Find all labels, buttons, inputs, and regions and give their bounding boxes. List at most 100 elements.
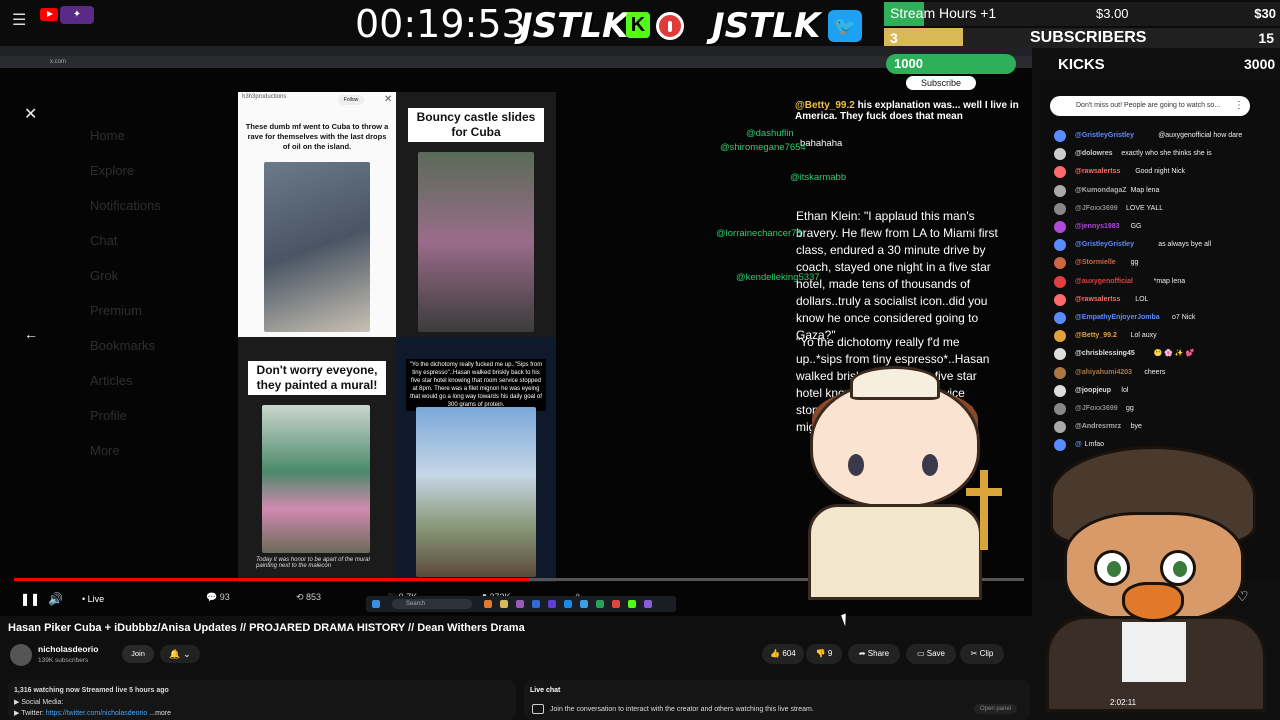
chat-avatar[interactable] [1054,366,1066,379]
chat-username[interactable]: @EmpathyEnjoyerJomba [1075,312,1160,324]
goal-target: $30 [1254,6,1276,21]
more-link[interactable]: ...more [149,710,171,717]
kicks-bar-value: 1000 [894,56,923,71]
channel-avatar[interactable] [10,644,32,666]
save-button[interactable]: ▭ Save [906,644,956,664]
subscribe-button[interactable]: Subscribe [906,76,976,90]
tweet-text: Ethan Klein: "I applaud this man's brave… [796,209,998,342]
chat-avatar[interactable] [1054,130,1066,142]
chat-username[interactable]: @dolowres [1075,148,1113,160]
x-nav-item: Articles [90,373,133,388]
chat-avatar[interactable] [1054,293,1066,306]
chat-avatar[interactable] [1054,202,1066,215]
watching-count: 1,316 watching now Streamed live 5 hours… [14,687,169,694]
x-nav-item: Notifications [90,198,161,213]
brand-logo-kick: JSTLK [520,6,629,46]
twitter-label: ▶ Twitter: [14,710,44,717]
kicks-label: KICKS [1058,56,1105,73]
save-label: Save [926,649,945,658]
panel-caption: "Yo the dichotomy really fucked me up.."… [406,359,546,411]
notification-bell-button[interactable]: 🔔 ⌄ [160,645,200,663]
browser-tab-bar [0,46,1032,56]
chat-username[interactable]: @ahiyahumi4203 [1075,367,1132,379]
close-icon[interactable]: ✕ [24,104,37,124]
pause-icon[interactable]: ❚❚ [20,592,40,606]
stream-overlay-top: ☰ ✦ 00:19:53 JSTLK K JSTLK 🐦 Stream Hour… [0,0,1280,48]
chat-message: @KumondagaZ Map lena [1054,184,1274,201]
chat-avatar[interactable] [1054,239,1066,252]
x-nav-item: Bookmarks [90,338,156,353]
clip-button[interactable]: ✂ Clip [960,644,1004,664]
avatar-eye [848,454,864,476]
live-chat-text: Join the conversation to interact with t… [550,706,814,713]
chat-username[interactable]: @chrisblessing45 [1075,348,1135,360]
chat-username[interactable]: @Betty_99.2 [1075,330,1117,342]
chat-username[interactable]: @rawsalertss [1075,294,1120,306]
chat-message: @chrisblessing45 😬 🌸 ✨ 💕 [1054,348,1274,364]
close-icon[interactable]: ✕ [384,94,392,105]
chat-message: @Andresrmrz bye [1054,421,1274,437]
chat-username[interactable]: @auxygenofficial [1075,276,1133,288]
chat-avatar[interactable] [1054,257,1066,270]
chat-message-text: o7 Nick [1172,314,1196,321]
windows-taskbar: Search [366,596,676,612]
twitter-link[interactable]: https://twitter.com/nicholasdeorio [46,710,148,717]
x-nav-item: Premium [90,303,143,318]
follow-button[interactable]: Follow [338,95,364,105]
panel-caption: Bouncy castle slides for Cuba [408,108,544,142]
more-icon[interactable]: ⋮ [1234,96,1244,116]
live-indicator[interactable]: • Live [82,594,104,604]
chat-avatar[interactable] [1054,403,1066,415]
goal-amount: $3.00 [1096,6,1129,21]
kick-icon: K [626,12,650,38]
chat-message-text: Lol auxy [1130,332,1157,340]
app-icon [612,600,620,608]
like-button[interactable]: 👍 604 [762,644,804,664]
chat-username[interactable]: @JFoxx3699 [1075,203,1118,215]
share-button[interactable]: ➦ Share [848,644,900,664]
arrow-left-icon[interactable]: ← [24,326,38,342]
chat-message: @JFoxx3699 LOVE YALL [1054,202,1274,219]
chat-avatar[interactable] [1054,421,1066,434]
chat-username[interactable]: @KumondagaZ [1075,185,1127,197]
x-sidebar-nav: Home Explore Notifications Chat Grok Pre… [90,128,200,478]
subscriber-count: 139K subscribers [38,657,89,664]
join-button[interactable]: Join [122,645,154,663]
chat-avatar[interactable] [1054,384,1066,397]
dislike-button[interactable]: 👎 9 [806,644,842,664]
chat-username[interactable]: @rawsalertss [1075,166,1120,178]
chat-username[interactable]: @JFoxx3699 [1075,403,1118,415]
record-icon [656,12,684,40]
chat-username[interactable]: @jennys1983 [1075,221,1120,233]
chat-username[interactable]: @GristleyGristley [1075,130,1134,142]
chat-avatar[interactable] [1054,184,1066,197]
chat-avatar[interactable] [1054,221,1066,233]
chat-avatar[interactable] [1054,148,1066,161]
chat-message: @Betty_99.2 Lol auxy [1054,330,1274,346]
youtube-logo-icon[interactable] [40,8,58,21]
subscriber-target: 15 [1258,30,1274,46]
chat-avatar[interactable] [1054,330,1066,343]
overlay-chat-user: @lorrainechancer78 [716,228,802,239]
chat-username[interactable]: @Andresrmrz [1075,421,1121,433]
chat-message-text: LOL [1135,295,1149,303]
app-icon [628,600,636,608]
volume-icon[interactable]: 🔊 [48,592,63,606]
chat-message-text: Good night Nick [1135,168,1185,176]
chat-avatar[interactable] [1054,312,1066,324]
menu-icon[interactable]: ☰ [12,10,26,30]
channel-name[interactable]: nicholasdeorio [38,644,98,654]
chat-avatar[interactable] [1054,348,1066,361]
chat-avatar[interactable] [1054,275,1066,288]
chat-avatar[interactable] [1054,166,1066,179]
mural-wall-photo [416,407,536,577]
collage-panel-4: "Yo the dichotomy really fucked me up.."… [396,337,556,582]
description-box[interactable]: 1,316 watching now Streamed live 5 hours… [8,680,516,720]
overlay-chat-user: @dashuflin [746,128,794,139]
chat-notice[interactable]: Don't miss out! People are going to watc… [1050,96,1250,116]
chat-username[interactable]: @Stormielle [1075,257,1116,269]
chat-username[interactable]: @GristleyGristley [1075,239,1134,251]
collage-panel-1: h3h3productions Follow ✕ These dumb mf w… [238,92,396,337]
open-panel-button[interactable]: Open panel [974,704,1018,714]
chat-username[interactable]: @joopjeup [1075,385,1111,397]
